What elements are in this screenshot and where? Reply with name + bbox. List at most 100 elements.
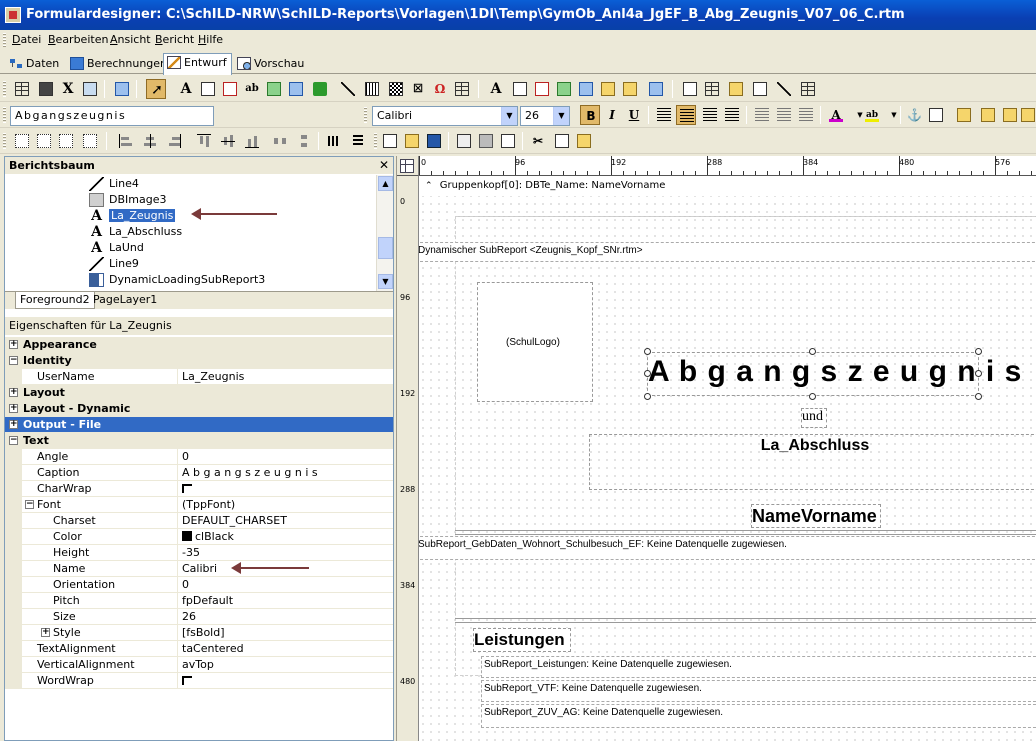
align-center-icon[interactable] <box>676 105 696 125</box>
bold-button[interactable]: B <box>580 105 600 125</box>
toolbar-grip[interactable] <box>3 133 6 149</box>
property-row-charwrap[interactable]: CharWrap <box>5 481 393 497</box>
cut-field-icon[interactable]: X <box>58 79 78 99</box>
select-pointer-icon[interactable]: ➚ <box>146 79 166 99</box>
image-tool-icon[interactable] <box>286 79 306 99</box>
space-vertical-icon[interactable] <box>294 131 314 151</box>
property-category-layout-dynamic[interactable]: + Layout - Dynamic <box>5 401 393 417</box>
anchor-icon[interactable]: ⚓ <box>904 105 924 125</box>
chevron-down-icon[interactable]: ▼ <box>553 107 569 125</box>
font-color-icon[interactable]: A <box>826 105 846 125</box>
shape-tool-icon[interactable] <box>310 79 330 99</box>
border-icon[interactable] <box>926 105 946 125</box>
property-value[interactable]: DEFAULT_CHARSET <box>177 513 287 529</box>
leistungen-label[interactable]: Leistungen <box>473 628 571 652</box>
subreport-kopf[interactable]: Dynamischer SubReport <Zeugnis_Kopf_SNr.… <box>419 242 1036 262</box>
property-value[interactable] <box>177 481 192 497</box>
property-value[interactable]: 0 <box>177 577 189 593</box>
property-category-identity[interactable]: − Identity <box>5 353 393 369</box>
menu-bericht[interactable]: Bericht <box>155 30 194 50</box>
property-row-size[interactable]: Size 26 <box>5 609 393 625</box>
highlight-color-icon[interactable]: ab <box>862 105 882 125</box>
property-category-layout[interactable]: + Layout <box>5 385 393 401</box>
snap-icon[interactable] <box>80 79 100 99</box>
toolbar-grip[interactable] <box>374 133 377 149</box>
property-row-wordwrap[interactable]: WordWrap <box>5 673 393 689</box>
expand-icon[interactable]: + <box>9 340 18 349</box>
db-chart-icon[interactable] <box>646 79 666 99</box>
property-row-verticalalignment[interactable]: VerticalAlignment avTop <box>5 657 393 673</box>
same-height-icon[interactable] <box>348 131 368 151</box>
font-name-select[interactable]: Calibri ▼ <box>372 106 518 126</box>
save-icon[interactable] <box>424 131 444 151</box>
property-row-color[interactable]: Color clBlack <box>5 529 393 545</box>
report-tree-icon[interactable] <box>112 79 132 99</box>
print-preview-icon[interactable] <box>498 131 518 151</box>
expand-icon[interactable]: + <box>9 404 18 413</box>
property-row-name[interactable]: Name Calibri <box>5 561 393 577</box>
bring-front-icon[interactable] <box>954 105 974 125</box>
selection-handle[interactable] <box>975 393 982 400</box>
subreport-tool-icon[interactable] <box>702 79 722 99</box>
db-checkbox-icon[interactable] <box>620 79 640 99</box>
band-header[interactable]: ⌃ Gruppenkopf[0]: DBTe_Name: NameVorname <box>419 176 1036 196</box>
cut-icon[interactable]: ✂ <box>528 131 548 151</box>
paintbrush-icon[interactable] <box>774 79 794 99</box>
checkbox-tool-icon[interactable]: ☒ <box>408 79 428 99</box>
open-folder-icon[interactable] <box>402 131 422 151</box>
toolbar-grip[interactable] <box>364 107 367 123</box>
collapse-icon[interactable]: − <box>9 436 18 445</box>
copy-icon[interactable] <box>552 131 572 151</box>
property-value[interactable]: taCentered <box>177 641 244 657</box>
collapse-icon[interactable]: − <box>25 500 34 509</box>
valign-bottom-icon[interactable] <box>796 105 816 125</box>
property-row-textalignment[interactable]: TextAlignment taCentered <box>5 641 393 657</box>
property-value[interactable]: avTop <box>177 657 214 673</box>
text-edit-field[interactable]: Abgangszeugnis <box>10 106 214 126</box>
grid-icon[interactable] <box>400 159 414 173</box>
property-row-username[interactable]: UserName La_Zeugnis <box>5 369 393 385</box>
expand-icon[interactable]: + <box>41 628 50 637</box>
justify-icon[interactable] <box>722 105 742 125</box>
db-barcode-icon[interactable] <box>598 79 618 99</box>
report-canvas[interactable]: ⌃ Gruppenkopf[0]: DBTe_Name: NameVorname… <box>419 176 1036 741</box>
menu-bearbeiten[interactable]: Bearbeiten <box>48 30 108 50</box>
tab-daten[interactable]: Daten <box>6 55 63 74</box>
subreport-zuv-ag[interactable]: SubReport_ZUV_AG: Keine Datenquelle zuge… <box>481 704 1036 728</box>
db-memo-icon[interactable] <box>532 79 552 99</box>
tree-item-laund[interactable]: A LaUnd <box>89 240 144 256</box>
db-text-icon[interactable] <box>510 79 530 99</box>
property-value[interactable]: 0 <box>177 449 189 465</box>
richtext-tool-icon[interactable] <box>220 79 240 99</box>
tree-scrollbar[interactable]: ▲ ▼ <box>376 175 393 291</box>
selection-handle[interactable] <box>644 348 651 355</box>
table-tool-icon[interactable] <box>452 79 472 99</box>
send-back-icon[interactable] <box>978 105 998 125</box>
checkbox-icon[interactable] <box>182 484 192 493</box>
selection-handle[interactable] <box>975 370 982 377</box>
page-break-icon[interactable] <box>750 79 770 99</box>
valign-middle-icon[interactable] <box>774 105 794 125</box>
crosstab-tool-icon[interactable] <box>726 79 746 99</box>
font-size-select[interactable]: 26 ▼ <box>520 106 570 126</box>
property-row-style[interactable]: + Style [fsBold] <box>5 625 393 641</box>
checkbox-icon[interactable] <box>182 676 192 685</box>
property-category-output-file[interactable]: + Output - File <box>5 417 393 433</box>
schul-logo-image[interactable]: (SchulLogo) <box>477 282 593 402</box>
subreport-leistungen[interactable]: SubReport_Leistungen: Keine Datenquelle … <box>481 656 1036 678</box>
property-value[interactable]: Calibri <box>177 561 217 577</box>
align-horizontal-centers-icon[interactable] <box>140 131 160 151</box>
db-image-icon[interactable] <box>576 79 596 99</box>
align-lefts-icon[interactable] <box>12 131 32 151</box>
property-value[interactable]: 26 <box>177 609 196 625</box>
table-grid-icon[interactable] <box>798 79 818 99</box>
barcode-tool-icon[interactable] <box>362 79 382 99</box>
align-centers-icon[interactable] <box>34 131 54 151</box>
valign-top-icon[interactable] <box>752 105 772 125</box>
selection-handle[interactable] <box>809 393 816 400</box>
menu-grip[interactable] <box>3 33 6 47</box>
property-value[interactable]: (TppFont) <box>177 497 235 513</box>
new-file-icon[interactable] <box>380 131 400 151</box>
expand-icon[interactable]: + <box>9 388 18 397</box>
tree-item-dynamicloadingsubreport3[interactable]: DynamicLoadingSubReport3 <box>89 272 265 288</box>
